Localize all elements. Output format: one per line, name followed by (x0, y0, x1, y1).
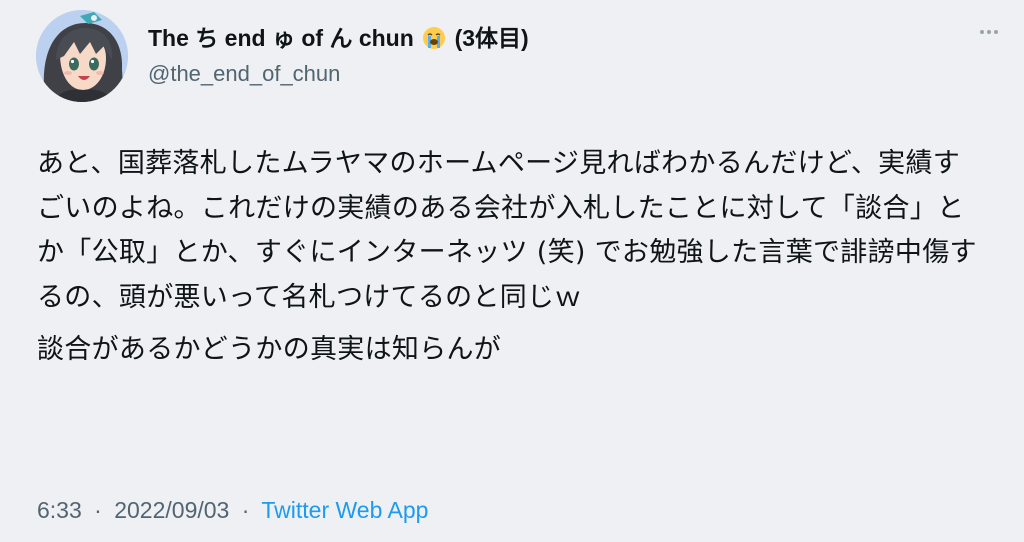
author-handle[interactable]: @the_end_of_chun (148, 61, 340, 87)
tweet-paragraph: あと、国葬落札したムラヤマのホームページ見ればわかるんだけど、実績すごいのよね。… (37, 148, 977, 313)
tweet-text: あと、国葬落札したムラヤマのホームページ見ればわかるんだけど、実績すごいのよね。… (37, 142, 987, 373)
meta-separator: · (94, 497, 102, 523)
tweet-paragraph: 談合があるかどうかの真実は知らんが (37, 334, 502, 365)
author-display-name[interactable]: The ち end ゅ of ん chun (3体目) (148, 24, 529, 56)
display-name-text: The ち end ゅ of ん chun (148, 25, 414, 51)
meta-separator: · (241, 497, 250, 523)
avatar-image (36, 10, 128, 102)
tweet-source-link[interactable]: Twitter Web App (261, 497, 428, 523)
tweet-metadata: 6:33 · 2022/09/03 · Twitter Web App (37, 495, 428, 525)
more-options-icon[interactable] (980, 30, 998, 34)
tweet-time[interactable]: 6:33 (37, 497, 82, 523)
avatar[interactable] (36, 10, 128, 102)
display-name-suffix: (3体目) (454, 25, 529, 51)
loudly-crying-face-icon (422, 26, 446, 56)
tweet-date[interactable]: 2022/09/03 (114, 497, 229, 523)
